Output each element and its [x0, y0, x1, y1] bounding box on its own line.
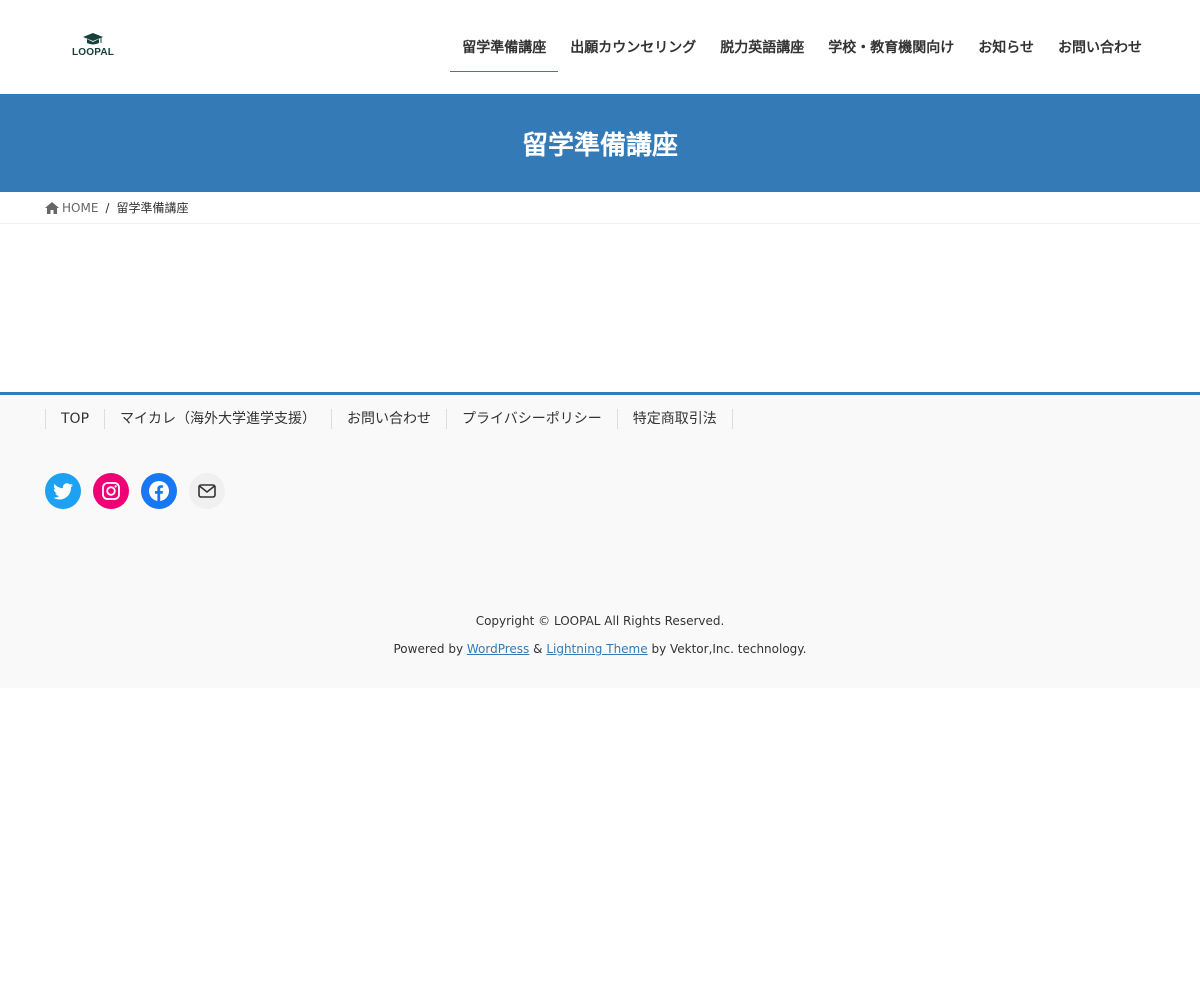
instagram-icon — [102, 482, 120, 500]
powered-by: Powered by WordPress & Lightning Theme b… — [0, 635, 1200, 663]
breadcrumb: HOME / 留学準備講座 — [0, 192, 1200, 224]
nav-item-schools[interactable]: 学校・教育機関向け — [816, 0, 966, 94]
site-footer: TOP マイカレ（海外大学進学支援） お問い合わせ プライバシーポリシー 特定商… — [0, 392, 1200, 688]
footer-nav: TOP マイカレ（海外大学進学支援） お問い合わせ プライバシーポリシー 特定商… — [45, 409, 733, 429]
powered-amp: & — [529, 642, 547, 656]
wordpress-link[interactable]: WordPress — [467, 642, 529, 656]
twitter-icon — [53, 482, 73, 499]
breadcrumb-separator: / — [105, 200, 110, 215]
facebook-button[interactable] — [141, 473, 177, 509]
powered-prefix: Powered by — [393, 642, 467, 656]
logo-text: LOOPAL — [71, 47, 115, 58]
mail-button[interactable] — [189, 473, 225, 509]
breadcrumb-current: 留学準備講座 — [116, 201, 189, 215]
powered-suffix: by Vektor,Inc. technology. — [647, 642, 807, 656]
footer-nav-legal[interactable]: 特定商取引法 — [616, 409, 733, 429]
site-logo[interactable]: LOOPAL — [70, 33, 116, 61]
twitter-button[interactable] — [45, 473, 81, 509]
breadcrumb-home-link[interactable]: HOME — [45, 201, 98, 215]
home-icon — [45, 201, 59, 214]
global-nav: 留学準備講座 出願カウンセリング 脱力英語講座 学校・教育機関向け お知らせ お… — [450, 0, 1154, 94]
nav-item-news[interactable]: お知らせ — [966, 0, 1046, 94]
social-links — [45, 473, 225, 509]
nav-item-english-course[interactable]: 脱力英語講座 — [708, 0, 816, 94]
graduation-cap-icon — [83, 33, 103, 45]
copyright-block: Copyright © LOOPAL All Rights Reserved. … — [0, 607, 1200, 663]
nav-item-contact[interactable]: お問い合わせ — [1046, 0, 1154, 94]
facebook-icon — [149, 481, 169, 501]
mail-icon — [198, 484, 216, 498]
breadcrumb-home-label: HOME — [62, 200, 99, 215]
footer-nav-top[interactable]: TOP — [45, 409, 104, 429]
nav-item-application-counseling[interactable]: 出願カウンセリング — [558, 0, 708, 94]
footer-nav-contact[interactable]: お問い合わせ — [331, 409, 446, 429]
page-title: 留学準備講座 — [521, 130, 678, 161]
instagram-button[interactable] — [93, 473, 129, 509]
nav-item-preparation-course[interactable]: 留学準備講座 — [450, 0, 559, 94]
page-header: 留学準備講座 — [0, 94, 1200, 192]
footer-nav-mycolle[interactable]: マイカレ（海外大学進学支援） — [104, 409, 331, 429]
site-header: LOOPAL 留学準備講座 出願カウンセリング 脱力英語講座 学校・教育機関向け… — [0, 0, 1200, 94]
copyright-text: Copyright © LOOPAL All Rights Reserved. — [475, 614, 725, 628]
lightning-theme-link[interactable]: Lightning Theme — [546, 642, 647, 656]
footer-nav-privacy[interactable]: プライバシーポリシー — [446, 409, 617, 429]
